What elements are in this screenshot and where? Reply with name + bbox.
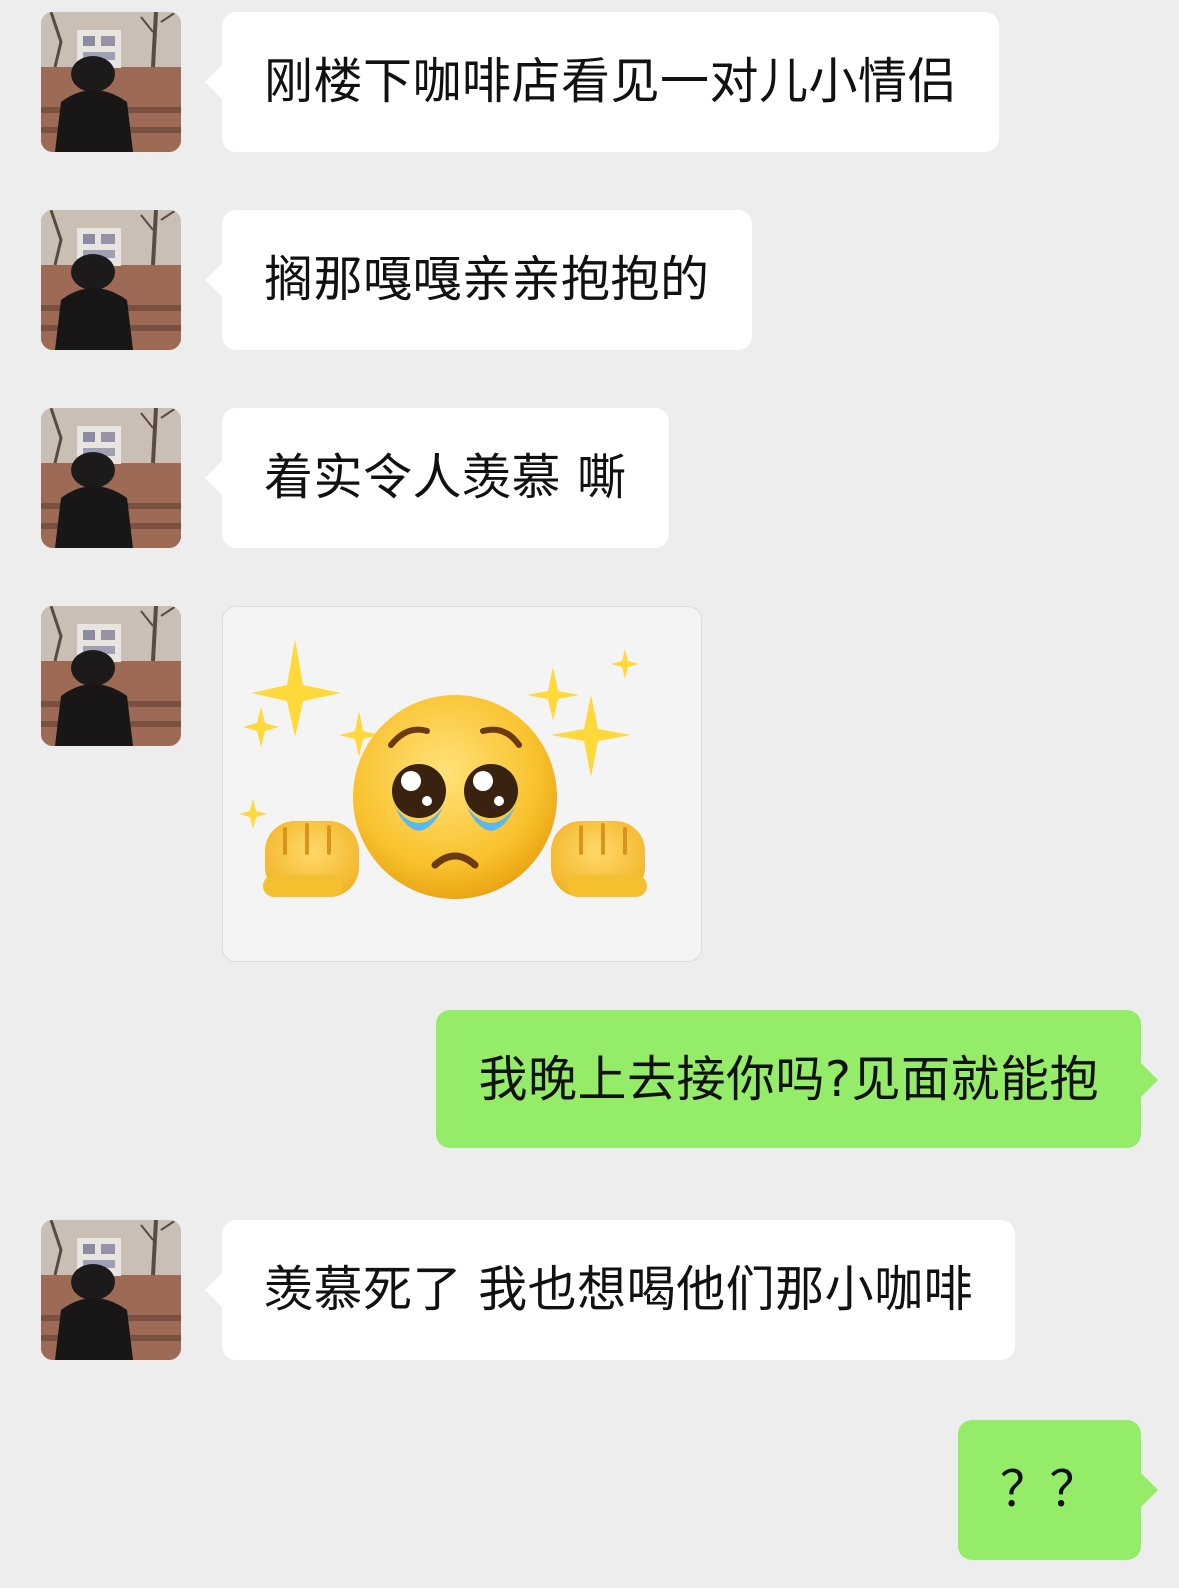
sticker-message[interactable]: [222, 606, 702, 962]
contact-avatar-icon[interactable]: [41, 606, 181, 746]
contact-avatar-icon[interactable]: [41, 1220, 181, 1360]
message-bubble-incoming[interactable]: 搁那嘎嘎亲亲抱抱的: [205, 210, 752, 350]
pleading-face-sparkles-icon: [239, 639, 647, 899]
message-bubble-outgoing[interactable]: 我晚上去接你吗?见面就能抱: [436, 1010, 1158, 1148]
message-bubble-incoming[interactable]: 羡慕死了 我也想喝他们那小咖啡: [204, 1220, 1016, 1360]
chat-message-list[interactable]: 刚楼下咖啡店看见一对儿小情侣 搁那嘎嘎亲亲抱抱的 着实令人羡慕 嘶 我晚上去接你…: [0, 0, 1179, 1588]
contact-avatar-icon[interactable]: [41, 12, 181, 152]
contact-avatar-icon[interactable]: [41, 408, 181, 548]
message-bubble-outgoing[interactable]: ？？: [957, 1420, 1159, 1560]
message-bubble-incoming[interactable]: 着实令人羡慕 嘶: [205, 408, 669, 548]
contact-avatar-icon[interactable]: [41, 210, 181, 350]
message-bubble-incoming[interactable]: 刚楼下咖啡店看见一对儿小情侣: [204, 12, 1000, 152]
